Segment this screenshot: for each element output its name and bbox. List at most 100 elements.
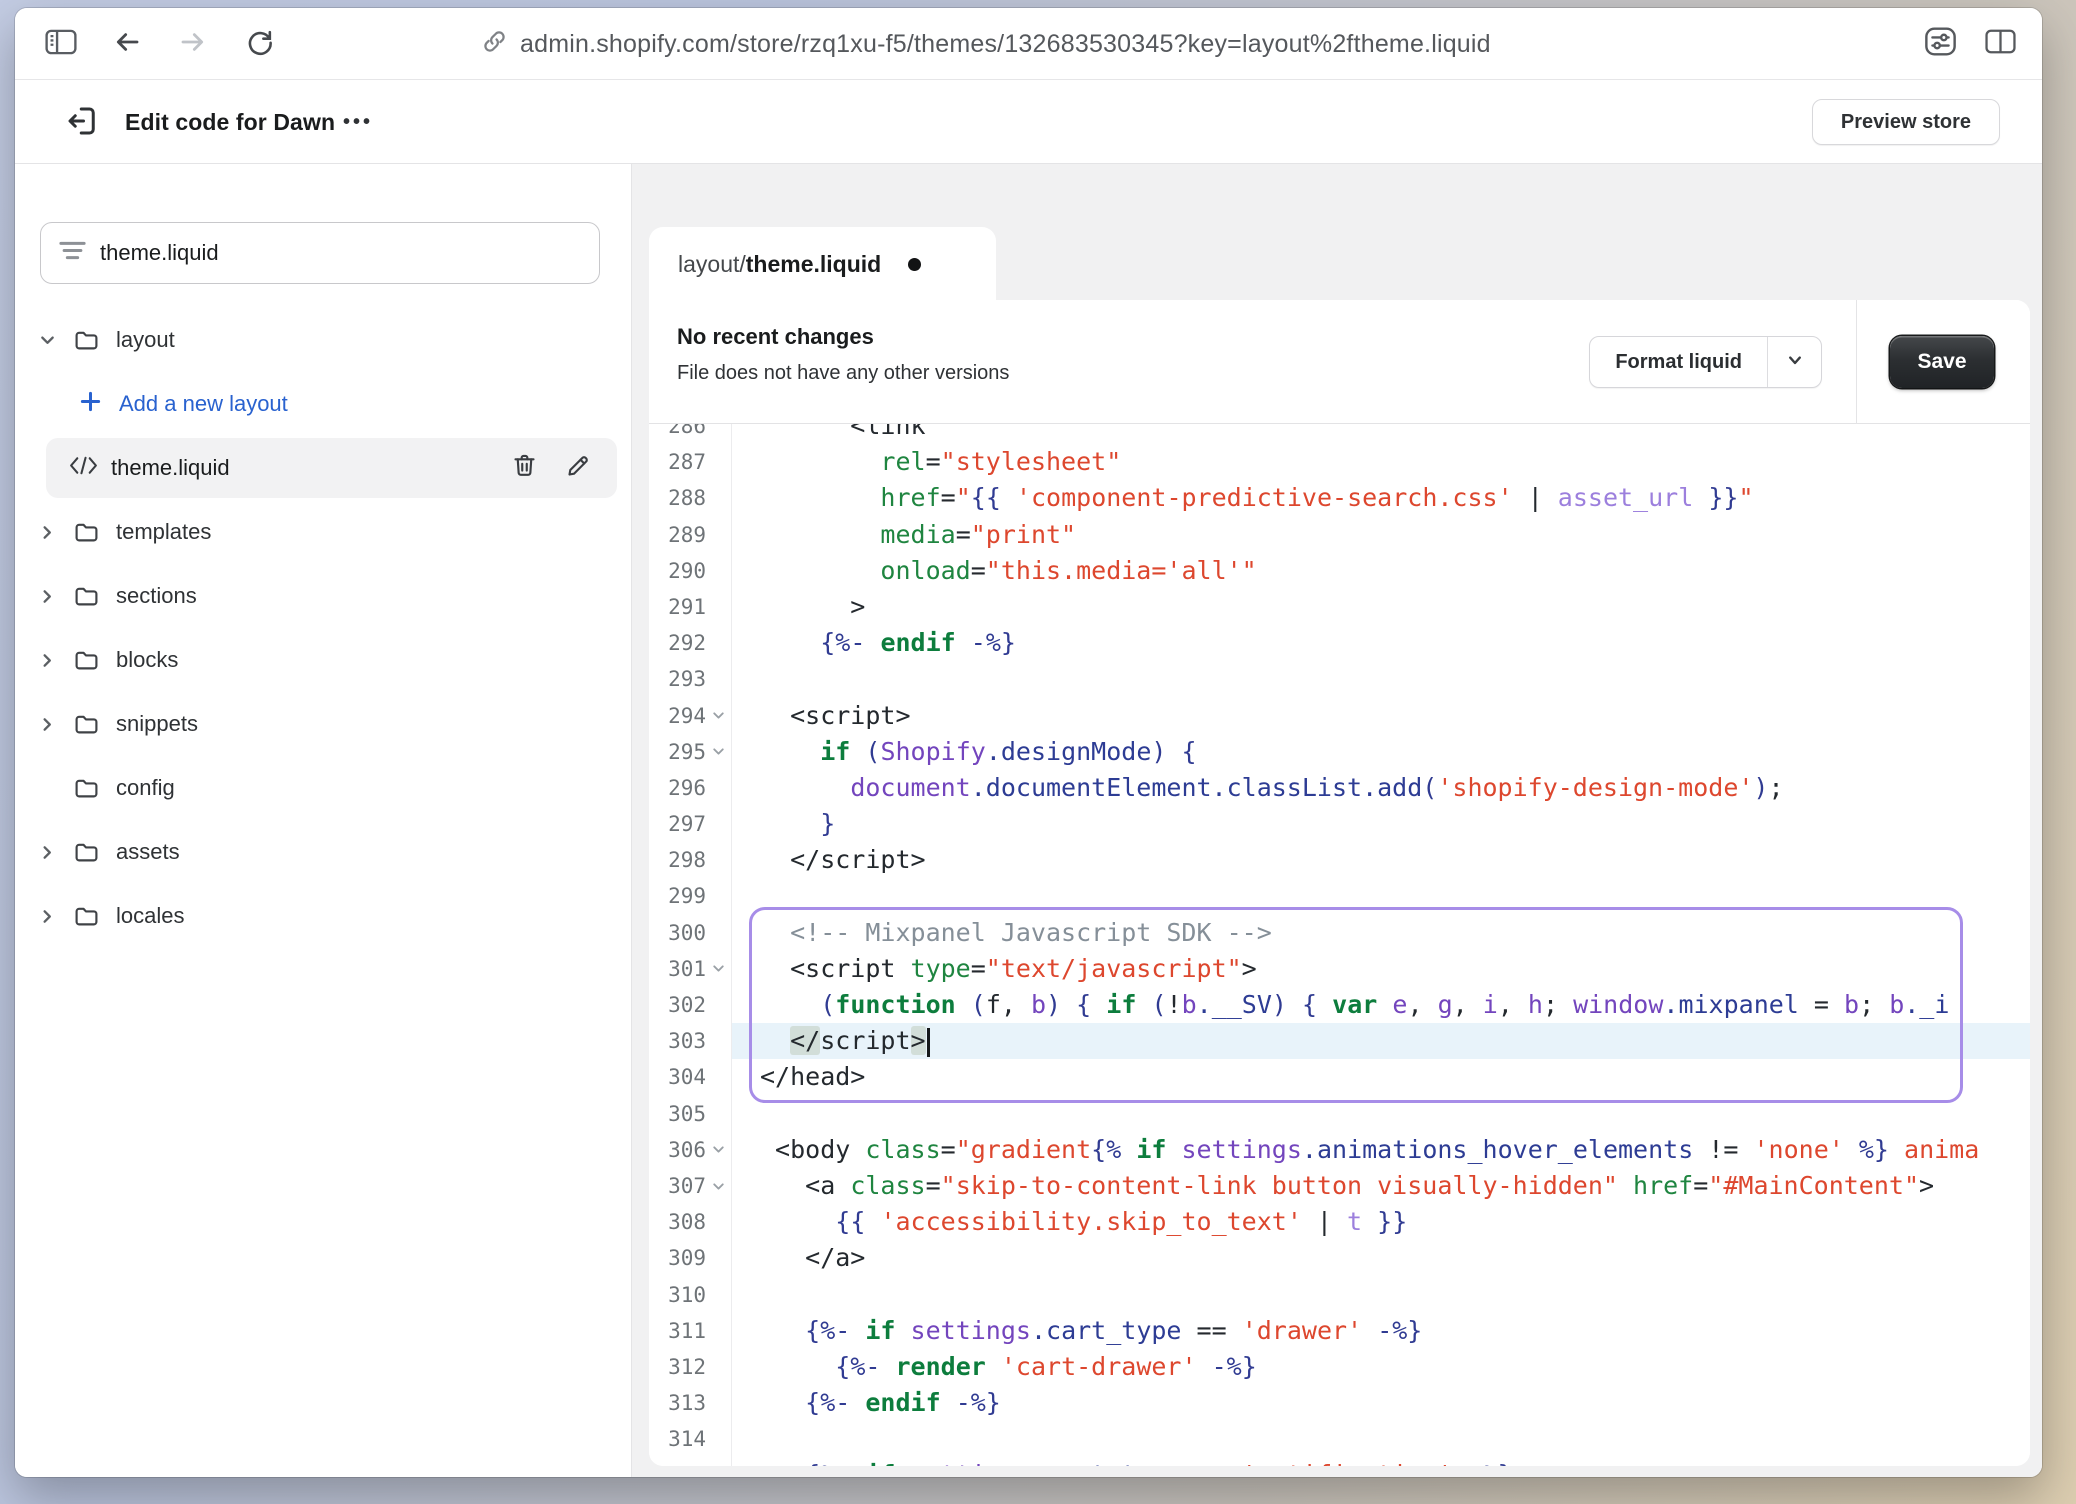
save-button[interactable]: Save (1890, 336, 1994, 388)
code-text[interactable] (732, 1277, 2030, 1313)
code-text[interactable]: <body class="gradient{% if settings.anim… (732, 1132, 2030, 1168)
fold-chevron-icon[interactable] (706, 734, 732, 770)
code-line-315: 315 {%- if settings.cart_type == 'notifi… (649, 1457, 2030, 1466)
split-view-icon (1984, 26, 2017, 62)
code-line-307: 307 <a class="skip-to-content-link butto… (649, 1168, 2030, 1204)
line-number: 298 (649, 842, 706, 878)
code-text[interactable]: <script> (732, 698, 2030, 734)
fold-chevron-icon[interactable] (706, 698, 732, 734)
preview-store-button[interactable]: Preview store (1812, 99, 2000, 145)
code-text[interactable]: <!-- Mixpanel Javascript SDK --> (732, 915, 2030, 951)
fold-gutter (706, 625, 732, 661)
chevron-right-icon[interactable] (30, 713, 64, 736)
code-text[interactable]: {%- if settings.cart_type == 'drawer' -%… (732, 1313, 2030, 1349)
forward-icon (177, 26, 209, 63)
code-text[interactable]: onload="this.media='all'" (732, 553, 2030, 589)
code-text[interactable]: } (732, 806, 2030, 842)
delete-file-button[interactable] (507, 451, 541, 485)
line-number: 289 (649, 517, 706, 553)
chevron-right-icon[interactable] (30, 649, 64, 672)
chevron-down-icon[interactable] (30, 329, 64, 352)
line-number: 306 (649, 1132, 706, 1168)
fold-chevron-icon[interactable] (706, 1168, 732, 1204)
code-rows: 286 <link287 rel="stylesheet"288 href="{… (649, 424, 2030, 1466)
tab-file-label: theme.liquid (746, 251, 881, 278)
fold-gutter (706, 806, 732, 842)
search-input[interactable] (100, 240, 583, 266)
sidebar-item-theme-liquid[interactable]: theme.liquid (46, 438, 617, 498)
filter-icon (57, 237, 88, 269)
sidebar-item-config[interactable]: config (15, 756, 631, 820)
code-text[interactable]: </script> (732, 1023, 2030, 1059)
back-button[interactable] (107, 22, 147, 66)
fold-chevron-icon[interactable] (706, 951, 732, 987)
code-text[interactable]: rel="stylesheet" (732, 444, 2030, 480)
sidebar-item-blocks[interactable]: blocks (15, 628, 631, 692)
rename-file-button[interactable] (561, 451, 595, 485)
code-text[interactable]: > (732, 589, 2030, 625)
reload-button[interactable] (239, 22, 279, 66)
code-text[interactable]: (function (f, b) { if (!b.__SV) { var e,… (732, 987, 2030, 1023)
code-text[interactable]: {%- endif -%} (732, 1385, 2030, 1421)
code-text[interactable]: {%- endif -%} (732, 625, 2030, 661)
file-sidebar: layoutAdd a new layouttheme.liquidtempla… (15, 164, 632, 1477)
code-text[interactable]: {%- if settings.cart_type == 'notificati… (732, 1457, 2030, 1466)
link-icon (481, 28, 508, 60)
status-subtitle: File does not have any other versions (677, 362, 1009, 385)
sidebar-item-label: sections (116, 583, 197, 609)
sidebar-item-layout[interactable]: layout (15, 308, 631, 372)
exit-code-editor-button[interactable] (61, 102, 103, 144)
chevron-right-icon[interactable] (30, 585, 64, 608)
nav-sidebar-toggle-button[interactable] (41, 22, 81, 66)
exit-icon (64, 103, 100, 144)
sidebar-item-locales[interactable]: locales (15, 884, 631, 948)
chevron-right-icon[interactable] (30, 905, 64, 928)
status-title: No recent changes (677, 324, 1009, 350)
file-search[interactable] (40, 222, 600, 284)
sidebar-item-templates[interactable]: templates (15, 500, 631, 564)
format-liquid-dropdown[interactable] (1767, 337, 1821, 387)
line-number: 310 (649, 1277, 706, 1313)
code-text[interactable]: if (Shopify.designMode) { (732, 734, 2030, 770)
code-text[interactable] (732, 661, 2030, 697)
code-text[interactable] (732, 1096, 2030, 1132)
more-actions-button[interactable]: ••• (343, 80, 373, 164)
tab-theme-liquid[interactable]: layout/theme.liquid (649, 227, 996, 301)
fold-gutter (706, 480, 732, 516)
code-line-303: 303 </script> (649, 1023, 2030, 1059)
code-line-299: 299 (649, 878, 2030, 914)
sidebar-item-snippets[interactable]: snippets (15, 692, 631, 756)
code-line-300: 300 <!-- Mixpanel Javascript SDK --> (649, 915, 2030, 951)
line-number: 295 (649, 734, 706, 770)
chevron-right-icon[interactable] (30, 841, 64, 864)
code-text[interactable]: {%- render 'cart-drawer' -%} (732, 1349, 2030, 1385)
chevron-right-icon[interactable] (30, 521, 64, 544)
fold-gutter (706, 589, 732, 625)
code-text[interactable]: </script> (732, 842, 2030, 878)
format-liquid-button[interactable]: Format liquid (1590, 337, 1767, 387)
code-text[interactable]: <link (732, 424, 2030, 444)
code-text[interactable]: <script type="text/javascript"> (732, 951, 2030, 987)
sidebar-item-assets[interactable]: assets (15, 820, 631, 884)
fold-chevron-icon[interactable] (706, 1132, 732, 1168)
code-text[interactable] (732, 878, 2030, 914)
page-settings-button[interactable] (1920, 22, 1960, 66)
format-liquid-split-button: Format liquid (1589, 336, 1822, 388)
pencil-icon (565, 452, 592, 485)
code-text[interactable]: href="{{ 'component-predictive-search.cs… (732, 480, 2030, 516)
code-text[interactable]: </head> (732, 1059, 2030, 1095)
forward-button[interactable] (173, 22, 213, 66)
code-line-294: 294 <script> (649, 698, 2030, 734)
code-text[interactable]: document.documentElement.classList.add('… (732, 770, 2030, 806)
code-text[interactable]: </a> (732, 1240, 2030, 1276)
code-text[interactable]: <a class="skip-to-content-link button vi… (732, 1168, 2030, 1204)
fold-gutter (706, 1313, 732, 1349)
code-line-286: 286 <link (649, 424, 2030, 444)
code-text[interactable]: media="print" (732, 517, 2030, 553)
code-text[interactable] (732, 1421, 2030, 1457)
sidebar-action-add-a-new-layout[interactable]: Add a new layout (15, 372, 631, 436)
split-view-button[interactable] (1980, 22, 2020, 66)
address-bar[interactable]: admin.shopify.com/store/rzq1xu-f5/themes… (481, 8, 1491, 80)
sidebar-item-sections[interactable]: sections (15, 564, 631, 628)
code-text[interactable]: {{ 'accessibility.skip_to_text' | t }} (732, 1204, 2030, 1240)
